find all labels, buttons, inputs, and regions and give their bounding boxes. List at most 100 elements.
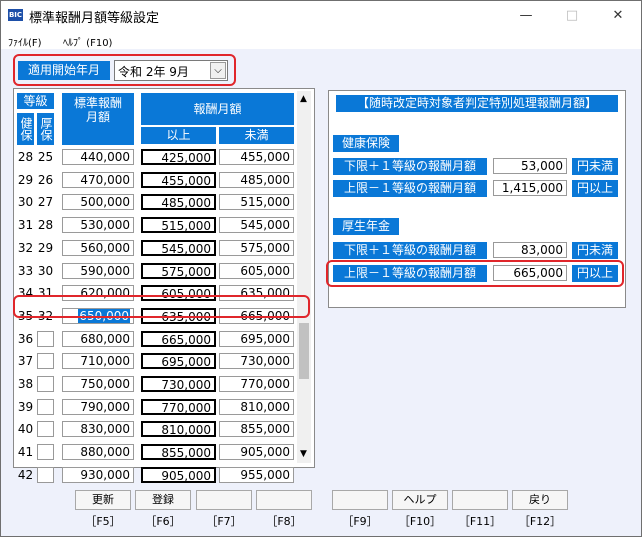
grade-kosei[interactable] — [37, 330, 54, 347]
fkey-label-6: ［F6］ — [145, 515, 181, 528]
range-min[interactable]: 730,000 — [141, 376, 216, 392]
range-min[interactable]: 695,000 — [141, 353, 216, 370]
standard-amount[interactable]: 830,000 — [62, 421, 134, 438]
range-max[interactable]: 485,000 — [219, 171, 294, 188]
fkey-button-7[interactable] — [196, 490, 252, 510]
standard-amount[interactable]: 930,000 — [62, 466, 134, 483]
standard-amount[interactable]: 560,000 — [62, 239, 134, 256]
scrollbar[interactable]: ▲ ▼ — [297, 91, 311, 463]
maximize-button[interactable]: □ — [549, 1, 595, 31]
range-max[interactable]: 730,000 — [219, 353, 294, 370]
standard-amount[interactable]: 710,000 — [62, 353, 134, 370]
title-bar: BIC 標準報酬月額等級設定 — □ ✕ — [1, 1, 641, 31]
header-min: 以上 — [141, 127, 216, 144]
grade-kosei[interactable] — [37, 398, 54, 415]
kosei-lower-unit: 円未満 — [572, 242, 618, 259]
kenko-upper-input[interactable]: 1,415,000 — [493, 180, 567, 196]
kosei-lower-input[interactable]: 83,000 — [493, 242, 567, 258]
grade-kosei: 29 — [37, 240, 54, 255]
standard-amount[interactable]: 790,000 — [62, 398, 134, 415]
kenko-lower-label: 下限＋１等級の報酬月額 — [333, 158, 487, 175]
range-max[interactable]: 605,000 — [219, 262, 294, 279]
range-max[interactable]: 455,000 — [219, 149, 294, 165]
range-min[interactable]: 575,000 — [141, 262, 216, 279]
grade-kosei[interactable] — [37, 353, 54, 370]
fkey-button-12[interactable]: 戻り — [512, 490, 568, 510]
range-max[interactable]: 810,000 — [219, 398, 294, 415]
range-min[interactable]: 545,000 — [141, 239, 216, 256]
menu-file[interactable]: ﾌｧｲﾙ(F) — [8, 34, 42, 49]
standard-amount[interactable]: 500,000 — [62, 194, 134, 211]
chevron-down-icon[interactable]: ⌵ — [210, 62, 226, 79]
range-min[interactable]: 515,000 — [141, 217, 216, 234]
grade-kosei[interactable] — [37, 376, 54, 392]
range-min[interactable]: 455,000 — [141, 171, 216, 188]
range-max[interactable]: 905,000 — [219, 444, 294, 461]
fkey-label-5: ［F5］ — [85, 515, 121, 528]
grade-kosei: 27 — [37, 195, 54, 210]
standard-amount[interactable]: 530,000 — [62, 217, 134, 234]
grade-kosei[interactable] — [37, 466, 54, 483]
standard-amount[interactable]: 440,000 — [62, 149, 134, 165]
range-max[interactable]: 545,000 — [219, 217, 294, 234]
fkey-button-11[interactable] — [452, 490, 508, 510]
grade-kenpo: 39 — [17, 399, 34, 414]
app-icon: BIC — [8, 9, 23, 21]
range-min[interactable]: 485,000 — [141, 194, 216, 211]
standard-amount[interactable]: 750,000 — [62, 376, 134, 392]
grade-kosei[interactable] — [37, 421, 54, 438]
grade-kosei: 25 — [37, 150, 54, 164]
range-min[interactable]: 810,000 — [141, 421, 216, 438]
special-title: 【随時改定時対象者判定特別処理報酬月額】 — [336, 95, 618, 112]
grade-kenpo: 41 — [17, 445, 34, 460]
kosei-lower-label: 下限＋１等級の報酬月額 — [333, 242, 487, 259]
header-standard: 標準報酬月額 — [62, 93, 134, 145]
fkey-button-6[interactable]: 登録 — [135, 490, 191, 510]
start-select[interactable]: 令和 2年 9月 ⌵ — [114, 60, 228, 81]
range-max[interactable]: 955,000 — [219, 466, 294, 483]
standard-amount[interactable]: 680,000 — [62, 330, 134, 347]
grade-kenpo: 31 — [17, 218, 34, 233]
grade-table-panel: 等級 健保 厚保 標準報酬月額 報酬月額 以上 未満 28 25 440,000 42… — [13, 88, 315, 483]
main-window: BIC 標準報酬月額等級設定 — □ ✕ ﾌｧｲﾙ(F) ﾍﾙﾌﾟ (F10) … — [0, 0, 642, 537]
grade-kosei[interactable] — [37, 444, 54, 461]
range-max[interactable]: 695,000 — [219, 330, 294, 347]
scroll-down-icon[interactable]: ▼ — [300, 449, 307, 459]
fkey-button-5[interactable]: 更新 — [75, 490, 131, 510]
range-max[interactable]: 770,000 — [219, 376, 294, 392]
fkey-button-9[interactable] — [332, 490, 388, 510]
grade-kenpo: 38 — [17, 377, 34, 391]
kosei-title: 厚生年金 — [333, 218, 399, 235]
scrollbar-thumb[interactable] — [299, 323, 309, 379]
kenko-lower-input[interactable]: 53,000 — [493, 158, 567, 174]
range-min[interactable]: 425,000 — [141, 149, 216, 165]
scroll-up-icon[interactable]: ▲ — [300, 94, 307, 104]
grade-kenpo: 29 — [17, 172, 34, 187]
standard-amount[interactable]: 590,000 — [62, 262, 134, 279]
fkey-button-10[interactable]: ヘルプ — [392, 490, 448, 510]
range-min[interactable]: 665,000 — [141, 330, 216, 347]
range-max[interactable]: 855,000 — [219, 421, 294, 438]
range-min[interactable]: 855,000 — [141, 444, 216, 461]
minimize-button[interactable]: — — [503, 1, 549, 31]
kenko-lower-unit: 円未満 — [572, 158, 618, 175]
range-max[interactable]: 575,000 — [219, 239, 294, 256]
close-button[interactable]: ✕ — [595, 1, 641, 31]
grade-kenpo: 28 — [17, 150, 34, 164]
kenko-title: 健康保険 — [333, 135, 399, 152]
range-max[interactable]: 515,000 — [219, 194, 294, 211]
grade-kenpo: 40 — [17, 422, 34, 437]
range-min[interactable]: 770,000 — [141, 398, 216, 415]
grade-kenpo: 36 — [17, 331, 34, 346]
header-kenpo: 健保 — [17, 113, 34, 145]
kenko-upper-unit: 円以上 — [572, 180, 618, 197]
standard-amount[interactable]: 470,000 — [62, 171, 134, 188]
menu-help[interactable]: ﾍﾙﾌﾟ (F10) — [63, 34, 112, 49]
header-grade: 等級 — [17, 93, 54, 109]
grade-kenpo: 32 — [17, 240, 34, 255]
range-min[interactable]: 905,000 — [141, 466, 216, 483]
fkey-button-8[interactable] — [256, 490, 312, 510]
grade-kenpo: 33 — [17, 263, 34, 278]
kosei-upper-highlight — [326, 260, 624, 287]
standard-amount[interactable]: 880,000 — [62, 444, 134, 461]
